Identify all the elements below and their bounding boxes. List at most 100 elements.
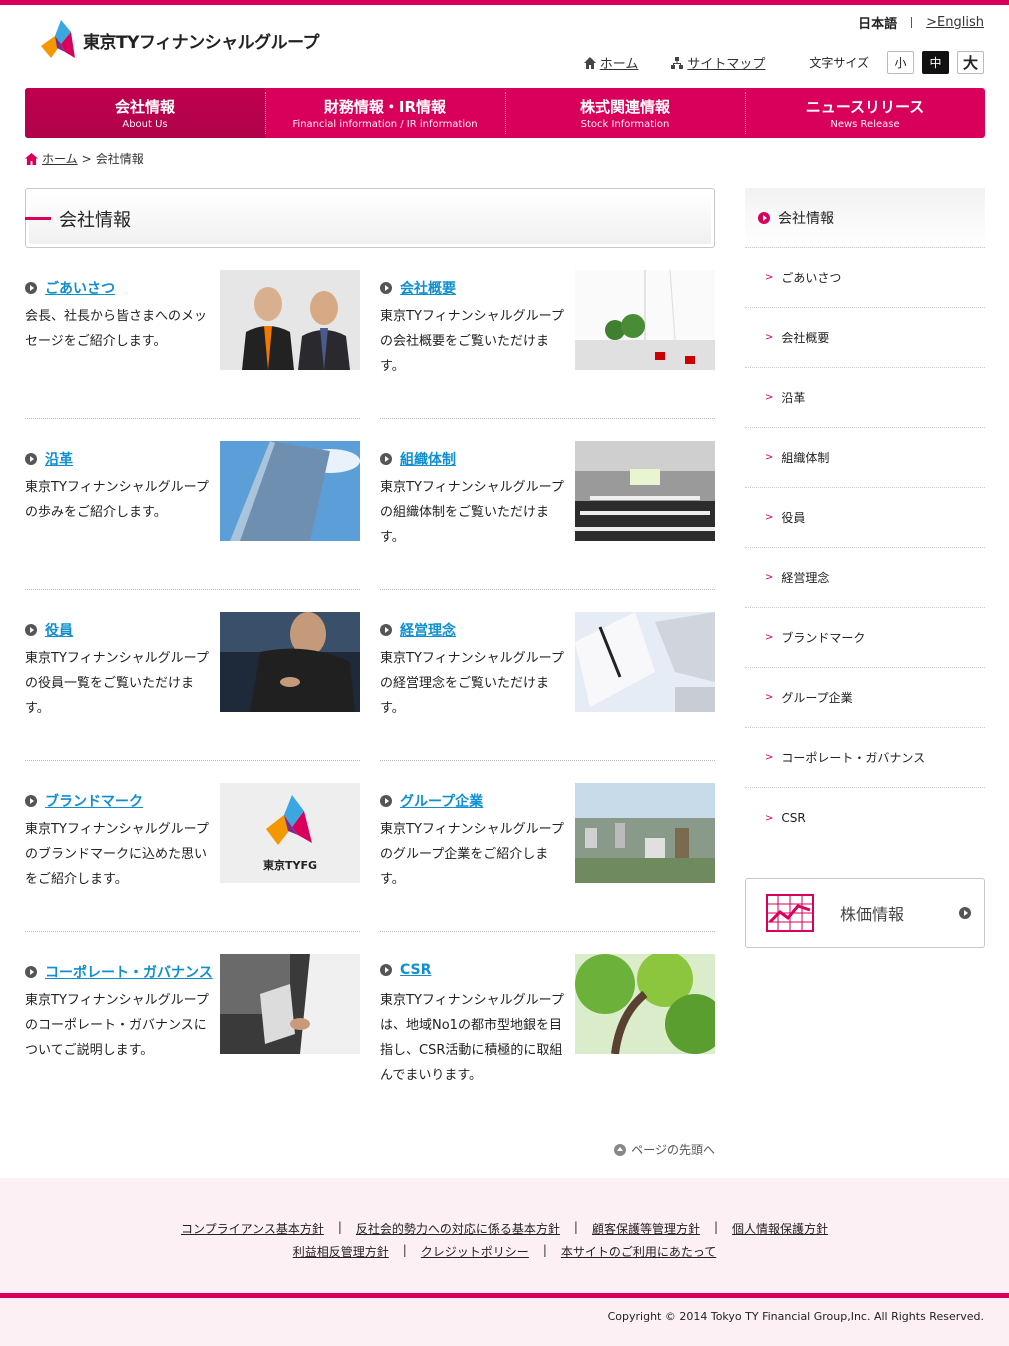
card-title-link[interactable]: ごあいさつ xyxy=(45,278,115,298)
page-title: 会社情報 xyxy=(59,210,131,231)
sidebar-item-group[interactable]: > グループ企業 xyxy=(745,668,985,728)
arrow-circle-icon xyxy=(380,282,392,294)
title-accent-bar xyxy=(25,217,51,220)
chevron-right-icon: > xyxy=(765,512,774,523)
sidebar-item-profile[interactable]: > 会社概要 xyxy=(745,308,985,368)
arrow-circle-icon xyxy=(25,624,37,636)
card-title-link[interactable]: ブランドマーク xyxy=(45,791,143,811)
sidebar-item-governance[interactable]: > コーポレート・ガバナンス xyxy=(745,728,985,788)
sidebar-item-philosophy[interactable]: > 経営理念 xyxy=(745,548,985,608)
page-title-box: 会社情報 xyxy=(25,188,715,248)
arrow-circle-icon xyxy=(758,211,770,224)
sidebar-item-label: 経営理念 xyxy=(781,571,830,585)
sidebar-item-label: CSR xyxy=(781,811,806,825)
city-view-photo[interactable] xyxy=(575,783,715,883)
footer-link-credit-policy[interactable]: クレジットポリシー xyxy=(421,1243,529,1260)
row-divider xyxy=(380,418,715,419)
font-size-label: 文字サイズ xyxy=(809,56,869,70)
copyright-area: Copyright © 2014 Tokyo TY Financial Grou… xyxy=(0,1298,1009,1346)
footer: コンプライアンス基本方針 | 反社会的勢力への対応に係る基本方針 | 顧客保護等… xyxy=(0,1178,1009,1293)
card-description: 東京TYフィナンシャルグループの会社概要をご覧いただけます。 xyxy=(380,309,564,374)
footer-link-conflict[interactable]: 利益相反管理方針 xyxy=(293,1243,389,1260)
skyscraper-photo[interactable] xyxy=(220,441,360,541)
sidebar-item-label: 組織体制 xyxy=(781,451,830,465)
card-title-link[interactable]: CSR xyxy=(400,962,431,978)
sidebar-item-csr[interactable]: > CSR xyxy=(745,788,985,848)
card-title-link[interactable]: 沿革 xyxy=(45,449,73,469)
copyright-text: Copyright © 2014 Tokyo TY Financial Grou… xyxy=(607,1310,984,1323)
sidebar-item-organization[interactable]: > 組織体制 xyxy=(745,428,985,488)
sidebar-item-greeting[interactable]: > ごあいさつ xyxy=(745,248,985,308)
stock-price-banner[interactable]: 株価情報 xyxy=(745,878,985,948)
footer-separator: | xyxy=(573,1220,578,1234)
business-meeting-photo[interactable] xyxy=(220,954,360,1054)
card-officers: 役員 東京TYフィナンシャルグループの役員一覧をご覧いただけます。 xyxy=(25,612,360,716)
breadcrumb: ホーム > 会社情報 xyxy=(25,150,144,167)
card-title-link[interactable]: コーポレート・ガバナンス xyxy=(45,962,213,982)
gnav-label-en: News Release xyxy=(830,119,900,130)
gnav-about[interactable]: 会社情報 About Us xyxy=(25,88,265,138)
breadcrumb-home-link[interactable]: ホーム xyxy=(42,150,78,167)
breadcrumb-current: 会社情報 xyxy=(95,152,144,166)
gnav-label-en: About Us xyxy=(122,119,168,130)
sidebar-item-history[interactable]: > 沿革 xyxy=(745,368,985,428)
footer-link-privacy[interactable]: 個人情報保護方針 xyxy=(732,1220,828,1237)
chevron-right-icon: > xyxy=(765,272,774,283)
footer-link-antisocial[interactable]: 反社会的勢力への対応に係る基本方針 xyxy=(356,1220,560,1237)
font-size-medium-button[interactable]: 中 xyxy=(922,51,949,74)
brand-mark-image[interactable]: 東京TYFG xyxy=(220,783,360,883)
executives-photo[interactable] xyxy=(220,270,360,370)
sidebar-item-label: コーポレート・ガバナンス xyxy=(781,751,926,765)
font-size-large-button[interactable]: 大 xyxy=(957,51,984,74)
lang-japanese: 日本語 xyxy=(858,17,898,32)
header-home-link[interactable]: ホーム xyxy=(583,53,638,72)
arrow-up-circle-icon xyxy=(614,1143,627,1156)
card-title-link[interactable]: 組織体制 xyxy=(400,449,456,469)
arrow-circle-icon xyxy=(380,453,392,465)
card-title-link[interactable]: 役員 xyxy=(45,620,73,640)
stock-chart-icon xyxy=(766,894,814,932)
card-title-link[interactable]: 会社概要 xyxy=(400,278,456,298)
lang-english-link[interactable]: >English xyxy=(926,15,984,30)
logo-text: 東京TYフィナンシャルグループ xyxy=(83,32,320,53)
chevron-right-icon: > xyxy=(765,332,774,343)
page-top-link[interactable]: ページの先頭へ xyxy=(614,1141,715,1158)
office-lobby-photo[interactable] xyxy=(575,270,715,370)
footer-link-site-terms[interactable]: 本サイトのご利用にあたって xyxy=(561,1243,716,1260)
sitemap-icon xyxy=(671,56,684,69)
footer-link-customer-protection[interactable]: 顧客保護等管理方針 xyxy=(592,1220,700,1237)
gnav-label-en: Stock Information xyxy=(580,119,670,130)
site-logo[interactable]: 東京TYフィナンシャルグループ xyxy=(37,18,320,62)
footer-separator: | xyxy=(713,1220,719,1234)
footer-link-compliance[interactable]: コンプライアンス基本方針 xyxy=(181,1220,324,1237)
conference-room-photo[interactable] xyxy=(575,441,715,541)
chevron-right-icon: > xyxy=(765,692,774,703)
language-switcher: 日本語 >English xyxy=(858,13,984,32)
sitemap-link-label: サイトマップ xyxy=(687,57,766,72)
row-divider xyxy=(380,589,715,590)
row-divider xyxy=(380,931,715,932)
gnav-news[interactable]: ニュースリリース News Release xyxy=(745,88,985,138)
page-top-label: ページの先頭へ xyxy=(631,1143,715,1157)
sidebar-head-label: 会社情報 xyxy=(778,210,834,227)
card-title-link[interactable]: 経営理念 xyxy=(400,620,456,640)
card-description: 東京TYフィナンシャルグループの経営理念をご覧いただけます。 xyxy=(380,651,564,716)
row-divider xyxy=(25,931,360,932)
arrow-circle-icon xyxy=(25,795,37,807)
footer-separator: | xyxy=(542,1243,547,1257)
tree-photo[interactable] xyxy=(575,954,715,1054)
notebook-keyboard-photo[interactable] xyxy=(575,612,715,712)
card-organization: 組織体制 東京TYフィナンシャルグループの組織体制をご覧いただけます。 xyxy=(380,441,715,545)
sidebar-item-officers[interactable]: > 役員 xyxy=(745,488,985,548)
font-size-small-button[interactable]: 小 xyxy=(887,51,914,74)
businessman-photo[interactable] xyxy=(220,612,360,712)
sidebar-item-brand-mark[interactable]: > ブランドマーク xyxy=(745,608,985,668)
row-divider xyxy=(25,760,360,761)
sitemap-link[interactable]: サイトマップ xyxy=(670,53,765,72)
card-description: 東京TYフィナンシャルグループは、地域No1の都市型地銀を目指し、CSR活動に積… xyxy=(380,993,564,1083)
chevron-right-icon: > xyxy=(765,452,774,463)
sidebar-head[interactable]: 会社情報 xyxy=(745,188,985,248)
gnav-stock[interactable]: 株式関連情報 Stock Information xyxy=(505,88,745,138)
card-title-link[interactable]: グループ企業 xyxy=(400,791,483,811)
gnav-financial[interactable]: 財務情報・IR情報 Financial information / IR inf… xyxy=(265,88,505,138)
